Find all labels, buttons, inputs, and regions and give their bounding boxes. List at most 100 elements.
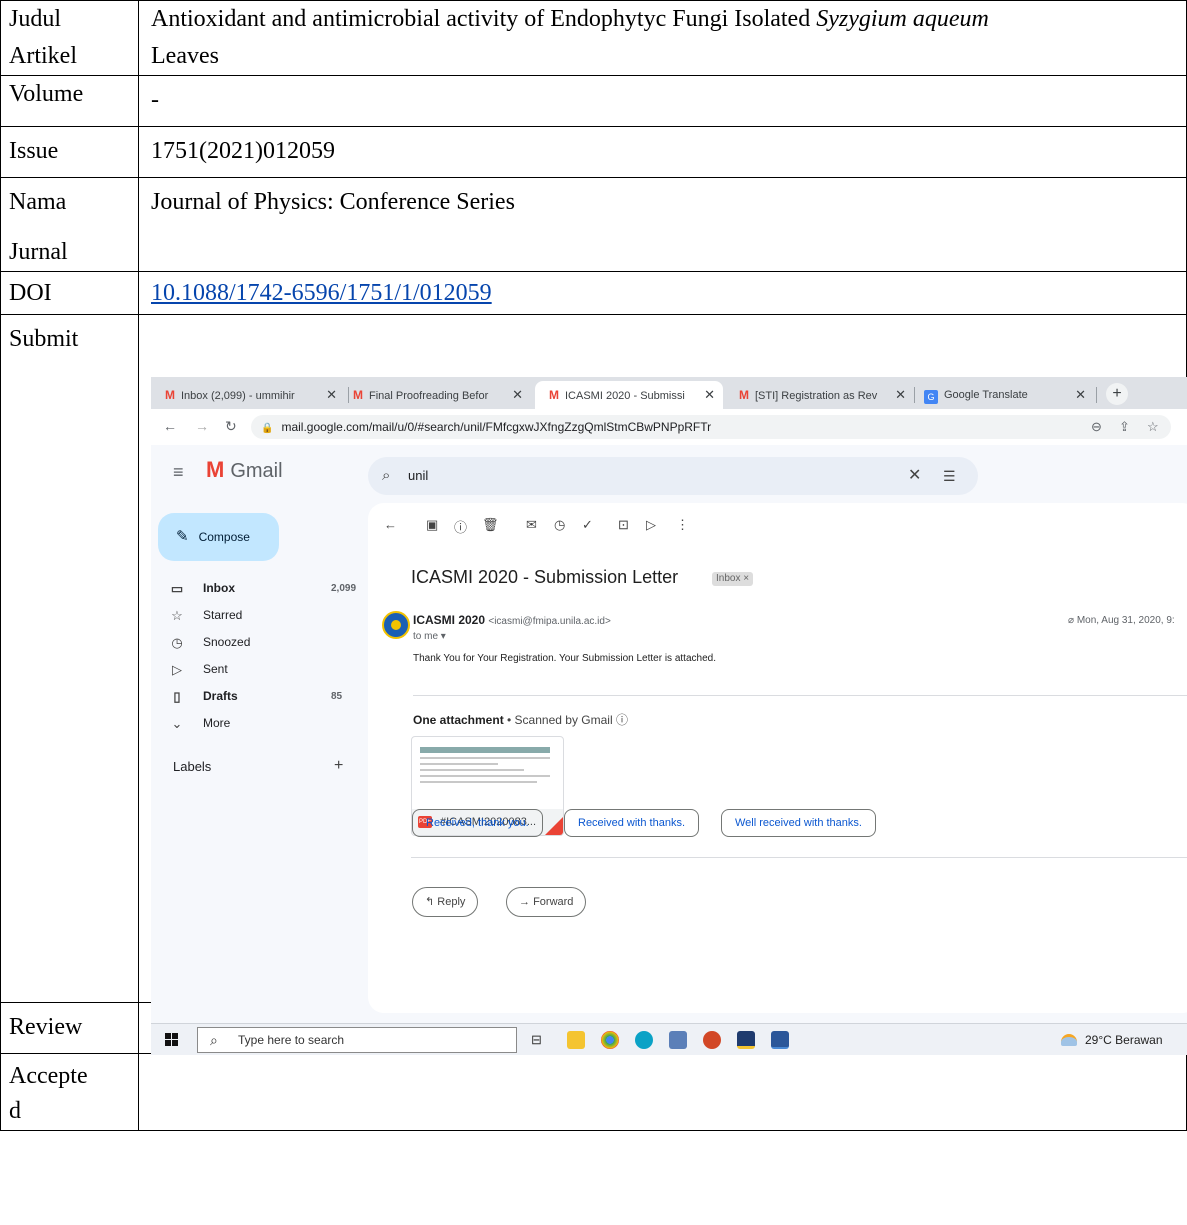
- tab-google-translate[interactable]: G Google Translate ✕: [924, 381, 1094, 409]
- smart-reply-3[interactable]: Well received with thanks.: [721, 809, 876, 837]
- doi-link[interactable]: 10.1088/1742-6596/1751/1/012059: [151, 280, 492, 306]
- snooze-icon[interactable]: ◷: [554, 517, 565, 533]
- attachment-preview: [420, 747, 550, 787]
- reload-icon[interactable]: ↻: [225, 418, 237, 435]
- mail-search-bar[interactable]: ⌕ unil ✕ ☰: [368, 457, 978, 495]
- windows-taskbar: ⌕ Type here to search ⊟ 29°C Berawan: [151, 1023, 1187, 1055]
- weather-widget[interactable]: 29°C Berawan: [1061, 1024, 1163, 1055]
- forward-arrow-icon: →: [519, 896, 534, 908]
- volume-value: -: [138, 75, 1187, 127]
- gmail-m-icon: M: [206, 457, 225, 482]
- labels-heading: Labels: [173, 759, 212, 774]
- search-icon: ⌕: [210, 1032, 218, 1048]
- gmail-icon: M: [549, 388, 559, 402]
- report-spam-icon[interactable]: ⓘ: [454, 517, 467, 536]
- file-explorer-icon[interactable]: [567, 1031, 585, 1049]
- close-icon[interactable]: ✕: [895, 381, 906, 409]
- nama-jurnal-label: Nama Jurnal: [0, 177, 139, 272]
- reply-button[interactable]: ↰ Reply: [412, 887, 479, 917]
- word-icon[interactable]: [771, 1031, 789, 1049]
- attachment-clip-icon: ⌀: [1068, 615, 1077, 626]
- bookmark-star-icon[interactable]: ☆: [1147, 415, 1159, 439]
- smart-reply-2[interactable]: Received with thanks.: [564, 809, 699, 837]
- share-icon[interactable]: ⇪: [1119, 415, 1130, 439]
- divider: [411, 857, 1187, 858]
- back-icon[interactable]: ←: [163, 418, 177, 434]
- judul-label: Judul Artikel: [0, 0, 139, 76]
- divider: [413, 695, 1187, 696]
- weather-cloudy-icon: [1061, 1034, 1077, 1046]
- gmail-header: ≡ M Gmail ⌕ unil ✕ ☰: [151, 445, 1187, 497]
- tab-proofreading[interactable]: M Final Proofreading Befor ✕: [353, 381, 531, 409]
- taskbar-search-input[interactable]: ⌕ Type here to search: [197, 1027, 517, 1053]
- media-app-icon[interactable]: [737, 1031, 755, 1049]
- email-subject: ICASMI 2020 - Submission Letter: [411, 567, 679, 587]
- forward-icon[interactable]: →: [195, 418, 209, 434]
- archive-icon[interactable]: ▣: [426, 517, 438, 533]
- nav-more[interactable]: ⌄ More: [151, 710, 361, 737]
- more-options-icon[interactable]: ⋮: [676, 517, 689, 533]
- new-tab-button[interactable]: +: [1106, 383, 1128, 405]
- nav-snoozed[interactable]: ◷ Snoozed: [151, 629, 361, 656]
- submit-label: Submit: [0, 314, 139, 1003]
- forward-button[interactable]: → Forward: [506, 887, 587, 917]
- task-view-icon[interactable]: ⊟: [531, 1031, 549, 1049]
- gmail-icon: M: [165, 388, 175, 402]
- powerpoint-icon[interactable]: [703, 1031, 721, 1049]
- delete-icon[interactable]: 🗑: [482, 517, 499, 533]
- sender-avatar[interactable]: [382, 611, 410, 639]
- close-icon[interactable]: ✕: [704, 381, 715, 409]
- inbox-icon: ▭: [170, 581, 184, 596]
- message-pane: ← ▣ ⓘ 🗑 ✉ ◷ ✓ ⊡ ▷ ⋮ ICASMI 2020 - Submis…: [368, 503, 1187, 1013]
- nav-starred[interactable]: ☆ Starred: [151, 602, 361, 629]
- chrome-icon[interactable]: [601, 1031, 619, 1049]
- url-field[interactable]: 🔒 mail.google.com/mail/u/0/#search/unil/F…: [251, 415, 1171, 439]
- browser-tab-bar: M Inbox (2,099) - ummihir ✕ M Final Proofre…: [151, 377, 1187, 409]
- edge-icon[interactable]: [635, 1031, 653, 1049]
- gmail-icon: M: [353, 388, 363, 402]
- tab-sti-registration[interactable]: M [STI] Registration as Rev ✕: [739, 381, 914, 409]
- volume-label: Volume: [0, 75, 139, 127]
- inbox-badge[interactable]: Inbox ×: [712, 572, 754, 586]
- sender: ICASMI 2020 <icasmi@fmipa.unila.ac.id>: [413, 613, 611, 627]
- move-to-icon[interactable]: ⊡: [618, 517, 629, 533]
- search-options-icon[interactable]: ☰: [943, 457, 956, 495]
- mark-unread-icon[interactable]: ✉: [526, 517, 537, 533]
- zoom-icon[interactable]: ⊖: [1091, 415, 1102, 439]
- back-arrow-icon[interactable]: ←: [384, 517, 397, 532]
- tab-inbox[interactable]: M Inbox (2,099) - ummihir ✕: [165, 381, 345, 409]
- gmail-screenshot: M Inbox (2,099) - ummihir ✕ M Final Proofre…: [151, 377, 1187, 1055]
- nav-drafts[interactable]: ▯ Drafts 85: [151, 683, 361, 710]
- recipient-details[interactable]: to me ▾: [413, 631, 446, 642]
- windows-start-icon[interactable]: [165, 1033, 178, 1046]
- address-bar: ← → ↻ 🔒 mail.google.com/mail/u/0/#search/…: [151, 409, 1187, 445]
- add-task-icon[interactable]: ✓: [582, 517, 593, 533]
- page-fold-icon: [545, 817, 563, 835]
- add-label-button[interactable]: +: [334, 757, 343, 775]
- label-icon[interactable]: ▷: [646, 517, 656, 533]
- gmail-logo[interactable]: M Gmail: [206, 457, 283, 483]
- compose-button[interactable]: ✎ Compose: [158, 513, 279, 561]
- attachment-heading: One attachment • Scanned by Gmail ⓘ: [413, 713, 628, 727]
- close-icon[interactable]: ✕: [512, 381, 523, 409]
- network-app-icon[interactable]: [669, 1031, 687, 1049]
- search-input[interactable]: unil: [408, 457, 428, 495]
- accepted-value: [138, 1053, 1187, 1131]
- close-icon[interactable]: ✕: [1075, 381, 1086, 409]
- pencil-icon: ✎: [176, 528, 189, 545]
- smart-reply-1[interactable]: Received, thank you.: [412, 809, 543, 837]
- chevron-down-icon: ⌄: [171, 716, 183, 731]
- nav-inbox[interactable]: ▭ Inbox 2,099: [151, 575, 361, 602]
- send-icon: ▷: [172, 662, 182, 677]
- issue-value: 1751(2021)012059: [138, 126, 1187, 178]
- close-icon[interactable]: ✕: [326, 381, 337, 409]
- search-icon[interactable]: ⌕: [382, 457, 390, 495]
- menu-icon[interactable]: ≡: [173, 462, 184, 483]
- tab-icasmi[interactable]: M ICASMI 2020 - Submissi ✕: [535, 381, 723, 409]
- nav-sent[interactable]: ▷ Sent: [151, 656, 361, 683]
- issue-label: Issue: [0, 126, 139, 178]
- clear-search-icon[interactable]: ✕: [908, 457, 921, 495]
- accepted-label: Accepte d: [0, 1053, 139, 1131]
- lock-icon: 🔒: [261, 423, 274, 434]
- clock-icon: ◷: [171, 635, 183, 650]
